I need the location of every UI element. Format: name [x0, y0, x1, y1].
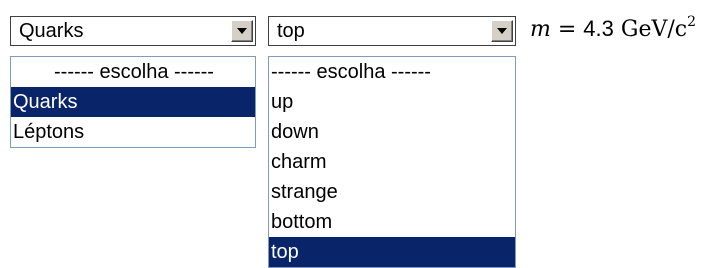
chevron-down-icon [237, 28, 247, 34]
mass-readout: m = 4.3 GeV/c2 [530, 14, 696, 42]
mass-unit-exponent: 2 [687, 14, 697, 30]
particle-select-value: top [277, 20, 305, 42]
mass-value: 4.3 [583, 16, 614, 41]
category-option-quarks[interactable]: Quarks [11, 87, 255, 117]
mass-unit: GeV/c [613, 17, 688, 42]
particle-option-charm[interactable]: charm [269, 147, 515, 177]
particle-option-top[interactable]: top [269, 237, 515, 267]
category-options-list: ------ escolha ------ Quarks Léptons [10, 56, 256, 148]
category-dropdown-button[interactable] [231, 20, 253, 42]
category-option-leptons[interactable]: Léptons [11, 117, 255, 147]
particle-dropdown-button[interactable] [491, 20, 513, 42]
category-select-value: Quarks [19, 20, 84, 42]
chevron-down-icon [497, 28, 507, 34]
particle-options-list: ------ escolha ------ up down charm stra… [268, 56, 516, 268]
particle-option-bottom[interactable]: bottom [269, 207, 515, 237]
particle-option-placeholder[interactable]: ------ escolha ------ [269, 57, 515, 87]
particle-option-strange[interactable]: strange [269, 177, 515, 207]
mass-symbol: m [530, 17, 551, 42]
category-option-placeholder[interactable]: ------ escolha ------ [11, 57, 255, 87]
particle-select[interactable]: top [268, 16, 516, 46]
particle-option-down[interactable]: down [269, 117, 515, 147]
particle-option-up[interactable]: up [269, 87, 515, 117]
category-select[interactable]: Quarks [10, 16, 256, 46]
mass-equals: = [550, 17, 584, 42]
